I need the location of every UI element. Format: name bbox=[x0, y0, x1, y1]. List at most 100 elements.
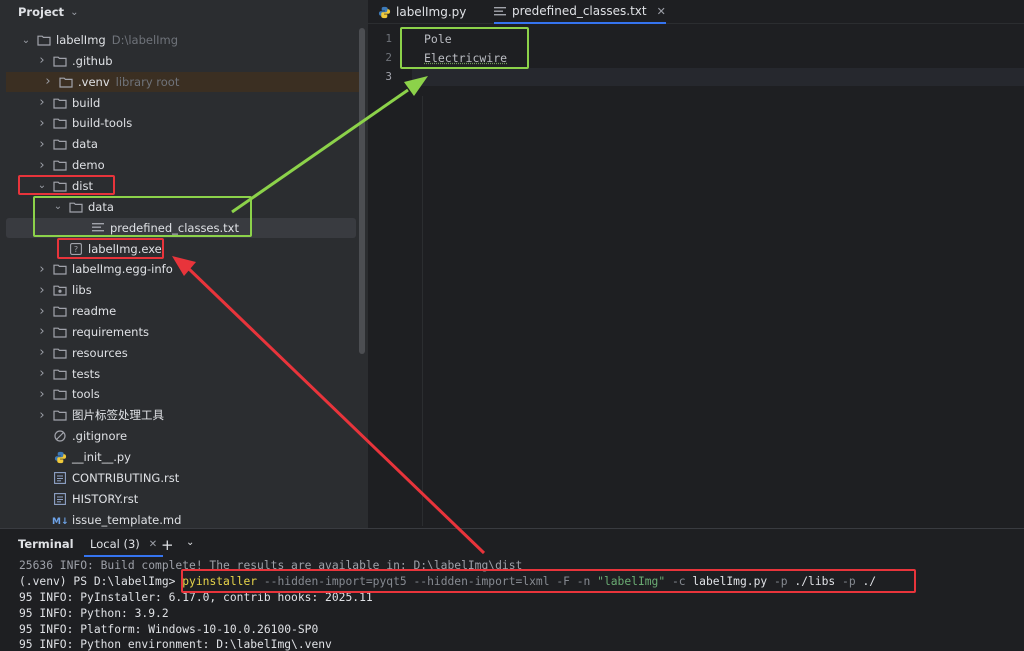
project-title: Project bbox=[18, 5, 65, 19]
tree-item-label: build-tools bbox=[72, 116, 133, 131]
folder-icon bbox=[52, 387, 68, 401]
folder-icon bbox=[52, 96, 68, 110]
chevron-right-icon[interactable]: › bbox=[36, 387, 48, 402]
chevron-right-icon[interactable]: › bbox=[36, 137, 48, 152]
folder-icon bbox=[52, 116, 68, 130]
chevron-down-icon[interactable]: ⌄ bbox=[70, 7, 78, 18]
terminal-output-line: 95 INFO: Python: 3.9.2 bbox=[19, 607, 169, 620]
tab-label: predefined_classes.txt bbox=[512, 4, 647, 18]
tree-item-label: tools bbox=[72, 387, 100, 402]
terminal-output-line: 95 INFO: Python environment: D:\labelImg… bbox=[19, 638, 332, 651]
text-file-icon bbox=[494, 6, 506, 17]
annotation-box-classes bbox=[400, 27, 529, 69]
add-terminal-button[interactable]: + bbox=[161, 536, 174, 554]
annotation-box-exe bbox=[57, 238, 164, 259]
tree-item-github[interactable]: › .github bbox=[0, 51, 356, 71]
tree-item-tools[interactable]: › tools bbox=[0, 384, 356, 404]
annotation-box-data-folder bbox=[33, 196, 252, 237]
svg-text:M↓: M↓ bbox=[52, 517, 68, 525]
close-icon[interactable]: ✕ bbox=[657, 5, 666, 18]
tree-item-label: labelImg.egg-info bbox=[72, 262, 173, 277]
tree-item-label: requirements bbox=[72, 324, 149, 339]
folder-icon bbox=[52, 137, 68, 151]
rst-file-icon bbox=[52, 471, 68, 485]
tree-item-label: 图片标签处理工具 bbox=[72, 408, 164, 423]
tree-item-readme[interactable]: › readme bbox=[0, 301, 356, 321]
tree-item-build[interactable]: › build bbox=[0, 93, 356, 113]
tree-item-tests[interactable]: › tests bbox=[0, 364, 356, 384]
chevron-right-icon[interactable]: › bbox=[36, 304, 48, 319]
tree-item-label: demo bbox=[72, 158, 105, 173]
tree-item-hint: D:\labelImg bbox=[111, 33, 179, 47]
tree-item-labelimg-egg-info[interactable]: › labelImg.egg-info bbox=[0, 259, 356, 279]
tree-item-demo[interactable]: › demo bbox=[0, 155, 356, 175]
tree-item-contributing-rst[interactable]: CONTRIBUTING.rst bbox=[0, 468, 356, 488]
tree-item-label: .gitignore bbox=[72, 429, 128, 444]
tree-item-label: build bbox=[72, 95, 101, 110]
tree-item-gitignore[interactable]: .gitignore bbox=[0, 426, 356, 446]
chevron-right-icon[interactable]: › bbox=[36, 158, 48, 173]
tree-item-label: .github bbox=[72, 53, 113, 68]
tree-item-resources[interactable]: › resources bbox=[0, 343, 356, 363]
folder-icon bbox=[52, 304, 68, 318]
tree-item-history-rst[interactable]: HISTORY.rst bbox=[0, 489, 356, 509]
tab-predefined-classes[interactable]: predefined_classes.txt ✕ bbox=[494, 0, 666, 24]
tree-item-label: CONTRIBUTING.rst bbox=[72, 470, 180, 485]
tree-item-label: labelImg bbox=[56, 33, 106, 47]
terminal-tab-local[interactable]: Local (3) ✕ bbox=[84, 533, 164, 557]
tree-item-venv[interactable]: › .venv library root bbox=[6, 71, 362, 92]
line-number: 1 bbox=[385, 32, 392, 45]
markdown-file-icon: M↓ bbox=[52, 513, 68, 527]
folder-icon bbox=[52, 262, 68, 276]
tree-item-label: issue_template.md bbox=[72, 512, 182, 527]
python-file-icon bbox=[52, 450, 68, 464]
tree-item-label: HISTORY.rst bbox=[72, 491, 139, 506]
tab-labelimg-py[interactable]: labelImg.py bbox=[378, 0, 466, 24]
tree-item-data[interactable]: › data bbox=[0, 134, 356, 154]
tree-item-[interactable]: › 图片标签处理工具 bbox=[0, 405, 356, 425]
package-folder-icon bbox=[52, 283, 68, 297]
tree-item-requirements[interactable]: › requirements bbox=[0, 322, 356, 342]
chevron-right-icon[interactable]: › bbox=[36, 408, 48, 423]
chevron-down-icon[interactable]: ⌄ bbox=[186, 537, 194, 548]
tree-item-label: libs bbox=[72, 283, 92, 298]
tab-label: labelImg.py bbox=[396, 5, 467, 19]
chevron-right-icon[interactable]: › bbox=[42, 74, 54, 89]
tree-item-libs[interactable]: › libs bbox=[0, 280, 356, 300]
project-panel: Project ⌄ ⌄ labelImg D:\labelImg › .github ›.… bbox=[0, 0, 368, 528]
terminal-tab-label: Local (3) bbox=[90, 537, 140, 551]
chevron-right-icon[interactable]: › bbox=[36, 53, 48, 68]
project-scrollbar[interactable] bbox=[359, 28, 365, 354]
chevron-right-icon[interactable]: › bbox=[36, 116, 48, 131]
editor: labelImg.py predefined_classes.txt ✕ 1 2… bbox=[368, 0, 1024, 528]
chevron-right-icon[interactable]: › bbox=[36, 283, 48, 298]
terminal-title[interactable]: Terminal bbox=[18, 537, 74, 551]
indent-guide bbox=[422, 96, 423, 526]
chevron-right-icon[interactable]: › bbox=[36, 324, 48, 339]
folder-icon bbox=[58, 75, 74, 89]
chevron-right-icon[interactable]: › bbox=[36, 95, 48, 110]
tree-item-init-py[interactable]: __init__.py bbox=[0, 447, 356, 467]
folder-icon bbox=[52, 367, 68, 381]
ignore-file-icon bbox=[52, 429, 68, 443]
chevron-right-icon[interactable]: › bbox=[36, 262, 48, 277]
chevron-down-icon[interactable]: ⌄ bbox=[20, 35, 32, 46]
tree-item-label: .venv bbox=[78, 74, 110, 89]
project-header[interactable]: Project ⌄ bbox=[0, 0, 368, 24]
tree-item-label: resources bbox=[72, 345, 128, 360]
folder-icon bbox=[36, 33, 52, 47]
annotation-box-command bbox=[181, 569, 916, 593]
close-icon[interactable]: ✕ bbox=[149, 539, 157, 550]
tree-item-issue-template-md[interactable]: M↓ issue_template.md bbox=[0, 510, 356, 528]
terminal-output-line: 95 INFO: Platform: Windows-10-10.0.26100… bbox=[19, 623, 319, 636]
tree-item-build-tools[interactable]: › build-tools bbox=[0, 113, 356, 133]
folder-icon bbox=[52, 408, 68, 422]
tree-item-hint: library root bbox=[115, 74, 180, 89]
tree-item-labelimg[interactable]: ⌄ labelImg D:\labelImg bbox=[0, 30, 356, 50]
chevron-right-icon[interactable]: › bbox=[36, 345, 48, 360]
line-number: 3 bbox=[385, 70, 392, 83]
tree-item-label: data bbox=[72, 137, 98, 152]
tree-item-label: tests bbox=[72, 366, 101, 381]
chevron-right-icon[interactable]: › bbox=[36, 366, 48, 381]
tree-item-labelimg-exe[interactable]: ? labelImg.exe bbox=[0, 239, 356, 259]
